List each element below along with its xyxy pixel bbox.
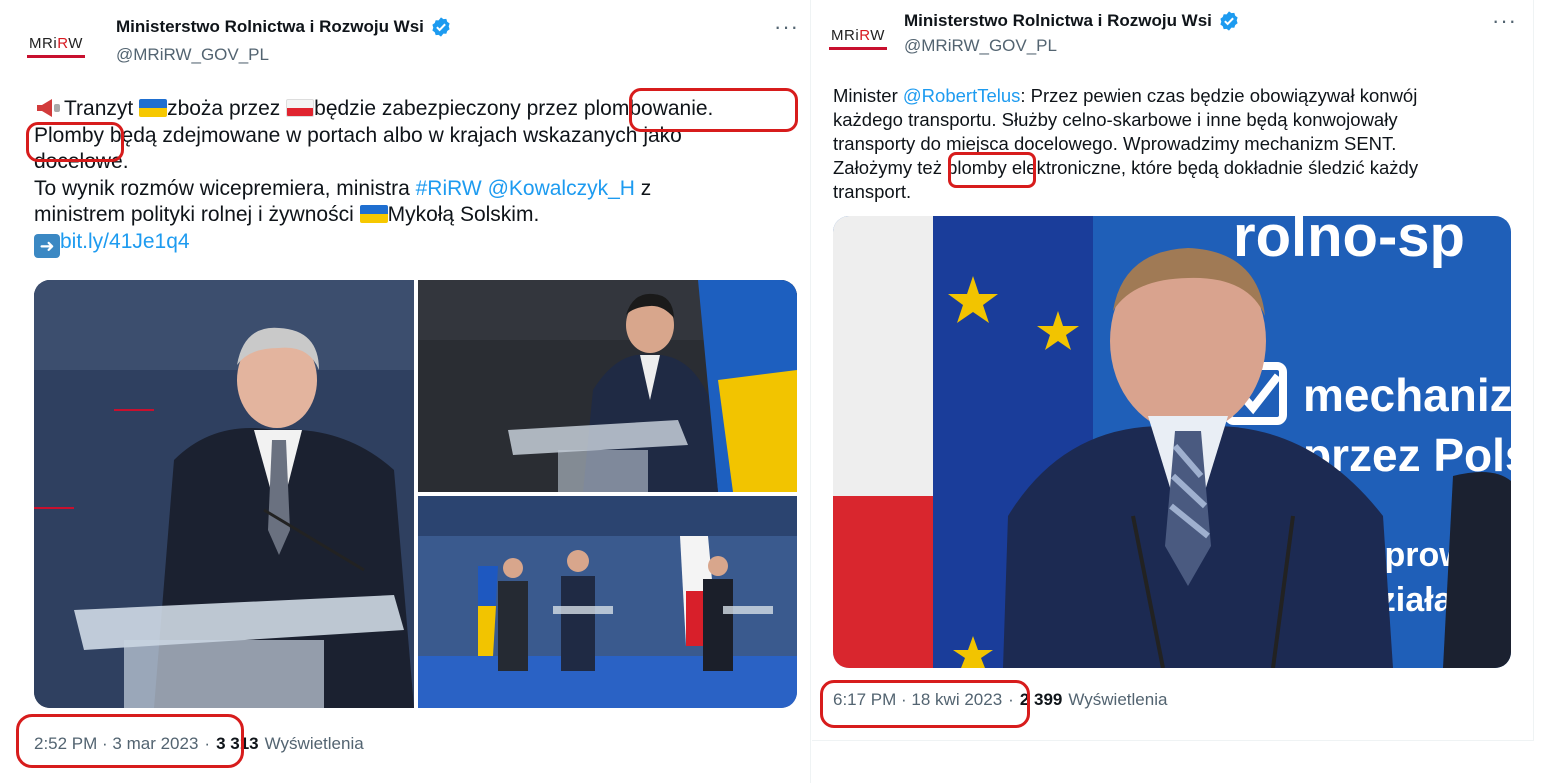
- account-handle[interactable]: @MRiRW_GOV_PL: [116, 45, 269, 65]
- account-logo: MRiRW: [29, 34, 83, 52]
- text-span: : Przez pewien czas będzie obowiązywał k…: [1020, 85, 1418, 106]
- meta-separator: ·: [1008, 690, 1014, 709]
- poland-flag-icon: [286, 99, 315, 117]
- mention-link[interactable]: @RobertTelus: [903, 85, 1021, 106]
- text-span: Minister: [833, 85, 903, 106]
- verified-badge-icon: [1220, 11, 1238, 31]
- account-logo: MRiRW: [831, 26, 885, 44]
- text-span: będzie zabezpieczony przez: [314, 97, 584, 120]
- photo-three-speakers[interactable]: [418, 496, 797, 708]
- avatar[interactable]: MRiRW: [27, 22, 85, 70]
- timestamp-link[interactable]: 2:52 PM · 3 mar 2023: [34, 734, 198, 754]
- text-span: zboża przez: [167, 97, 287, 120]
- logo-underline: [829, 46, 887, 50]
- tweet-text: Tranzyt zboża przez będzie zabezpieczony…: [34, 96, 794, 258]
- tweet-meta: 2:52 PM · 3 mar 2023 · 3 313 Wyświetleni…: [34, 734, 364, 754]
- account-handle[interactable]: @MRiRW_GOV_PL: [904, 36, 1057, 56]
- verified-badge-icon: [432, 17, 450, 37]
- more-options-icon[interactable]: ···: [1492, 10, 1517, 32]
- ukraine-flag-icon: [359, 205, 388, 223]
- more-options-icon[interactable]: ···: [774, 16, 799, 38]
- media-photo[interactable]: rolno-sp mechanizm przez Pols wprow dzia…: [833, 216, 1511, 668]
- text-line: docelowe.: [34, 150, 129, 173]
- tweet-text: Minister @RobertTelus: Przez pewien czas…: [833, 84, 1523, 204]
- highlight-plomby: plomby: [947, 157, 1007, 178]
- photo-speaker[interactable]: [34, 280, 414, 708]
- meta-separator: ·: [204, 734, 211, 753]
- text-span: ministrem polityki rolnej i żywności: [34, 203, 360, 226]
- megaphone-icon: [34, 98, 64, 118]
- url-link[interactable]: bit.ly/41Je1q4: [60, 230, 190, 253]
- ukraine-flag-icon: [139, 99, 168, 117]
- text-line: każdego transportu. Służby celno-skarbow…: [833, 109, 1398, 130]
- text-span: To wynik rozmów wicepremiera, ministra: [34, 176, 416, 200]
- text-line: transporty do miejsca docelowego. Wprowa…: [833, 133, 1397, 154]
- text-span: elektroniczne, które będą dokładnie śled…: [1006, 157, 1419, 178]
- text-span: Tranzyt: [64, 97, 140, 120]
- text-span: Założymy też: [833, 157, 948, 178]
- media-grid[interactable]: [34, 280, 797, 708]
- text-line: transport.: [833, 181, 912, 202]
- mention-link[interactable]: @Kowalczyk_H: [488, 177, 635, 200]
- account-name[interactable]: Ministerstwo Rolnictwa i Rozwoju Wsi: [116, 17, 424, 37]
- highlight-plombowanie: plombowanie.: [583, 97, 714, 120]
- text-span: będą zdejmowane w portach albo w krajach…: [104, 123, 682, 147]
- views-label: Wyświetlenia: [1068, 690, 1168, 709]
- photo-minister-telus[interactable]: rolno-sp mechanizm przez Pols wprow dzia…: [833, 216, 1511, 668]
- highlight-plomby: Plomby: [34, 123, 105, 147]
- photo-minister-ukraine[interactable]: [418, 280, 797, 492]
- text-span: Mykołą Solskim.: [387, 203, 540, 226]
- account-name[interactable]: Ministerstwo Rolnictwa i Rozwoju Wsi: [904, 11, 1212, 31]
- avatar[interactable]: MRiRW: [829, 14, 887, 62]
- right-arrow-icon: ➜: [34, 233, 60, 258]
- tweet-card-1: MRiRW Ministerstwo Rolnictwa i Rozwoju W…: [12, 0, 811, 783]
- text-span: z: [634, 176, 652, 200]
- views-count: 2 399: [1019, 690, 1063, 709]
- tweet-card-2: MRiRW Ministerstwo Rolnictwa i Rozwoju W…: [812, 0, 1534, 741]
- views-label: Wyświetlenia: [264, 734, 364, 753]
- timestamp-link[interactable]: 6:17 PM · 18 kwi 2023: [833, 690, 1002, 710]
- tweet-meta: 6:17 PM · 18 kwi 2023 · 2 399 Wyświetlen…: [833, 690, 1167, 710]
- views-count: 3 313: [216, 734, 259, 753]
- banner-text-top: rolno-sp: [1233, 216, 1465, 269]
- banner-text-1: mechanizm: [1303, 369, 1511, 421]
- hashtag-link[interactable]: #RiRW: [416, 177, 482, 200]
- logo-underline: [27, 54, 85, 58]
